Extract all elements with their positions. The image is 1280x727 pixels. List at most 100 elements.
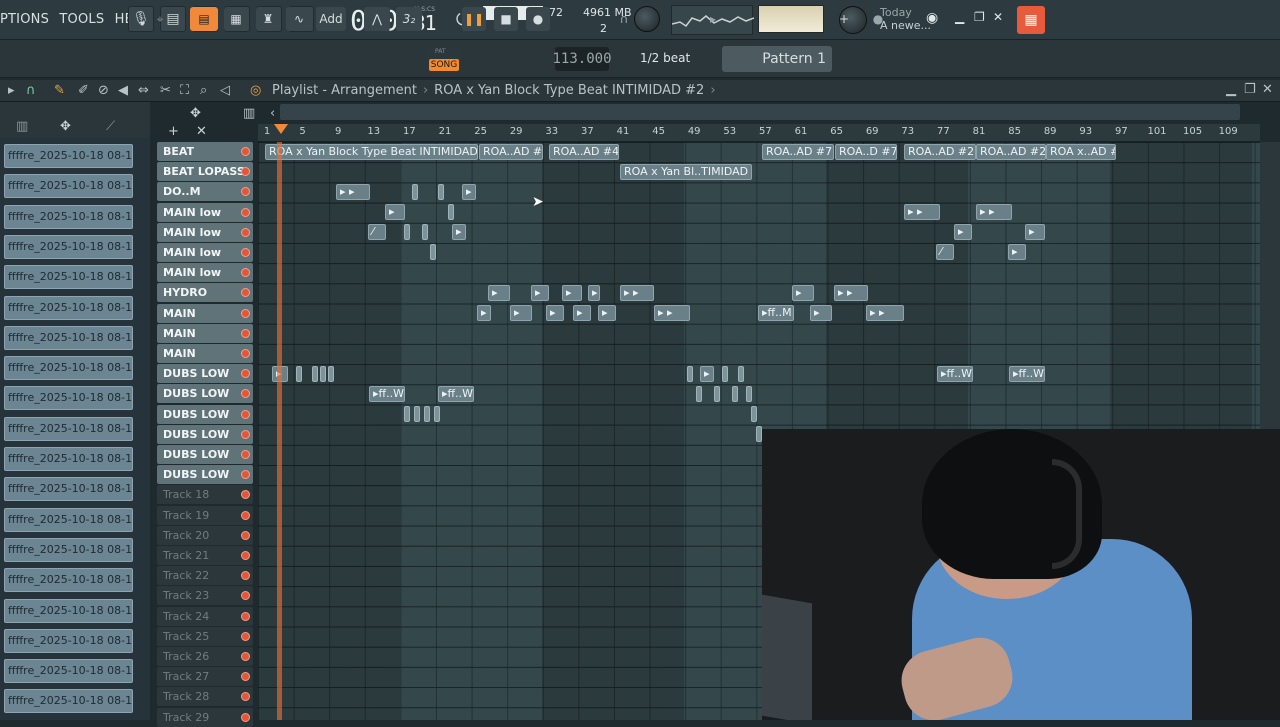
- track-header[interactable]: HYDRO: [157, 283, 253, 303]
- browser-item[interactable]: ffffre_2025-10-18 08-17-...: [4, 507, 133, 532]
- browser-item[interactable]: ffffre_2025-10-18 08-13-...: [4, 265, 133, 290]
- track-mute-icon[interactable]: [241, 308, 250, 318]
- track-snap-icon[interactable]: ✥: [190, 106, 201, 121]
- brush-icon[interactable]: ✐: [78, 83, 89, 98]
- snap-magnet-icon[interactable]: ∩: [614, 7, 634, 31]
- track-mute-icon[interactable]: [241, 591, 250, 601]
- track-mute-icon[interactable]: [241, 349, 250, 358]
- track-header[interactable]: Track 20: [157, 525, 253, 545]
- playhead[interactable]: [277, 142, 282, 720]
- pattern-add-icon[interactable]: +: [836, 7, 852, 31]
- clip-main-low[interactable]: ▸ ▸: [976, 204, 1012, 220]
- browser-item[interactable]: ffffre_2025-10-18 08-18-...: [4, 598, 133, 623]
- track-mute-icon[interactable]: [241, 207, 250, 217]
- clip-beat-5[interactable]: ROA..D #7: [835, 144, 897, 160]
- track-header[interactable]: DUBS LOW: [157, 424, 253, 444]
- wave-tool-icon[interactable]: ∿: [286, 7, 312, 31]
- track-mute-icon[interactable]: [241, 389, 250, 399]
- fl-logo-icon[interactable]: ▦: [1017, 6, 1045, 34]
- browser-item[interactable]: ffffre_2025-10-18 08-17-...: [4, 477, 133, 502]
- track-mute-icon[interactable]: [241, 268, 250, 278]
- track-header[interactable]: BEAT LOPASS: [157, 162, 253, 182]
- track-mute-icon[interactable]: [241, 288, 250, 298]
- metronome-icon[interactable]: ⋀: [364, 7, 390, 31]
- clip-beat-2[interactable]: ROA..AD #2: [479, 144, 543, 160]
- browser-item[interactable]: ffffre_2025-10-18 08-13-...: [4, 325, 133, 350]
- arrangement-icon[interactable]: ◎: [250, 83, 261, 98]
- clip-hydro[interactable]: ▸: [792, 285, 814, 301]
- track-mute-icon[interactable]: [241, 328, 250, 338]
- clip-dubs[interactable]: ▸: [700, 366, 714, 382]
- menu-tools[interactable]: TOOLS: [59, 12, 104, 27]
- track-header[interactable]: Track 27: [157, 667, 253, 687]
- browser-item[interactable]: ffffre_2025-10-18 08-18-...: [4, 659, 133, 684]
- playlist-close-icon[interactable]: ✕: [1262, 82, 1273, 97]
- track-header[interactable]: MAIN low: [157, 202, 253, 222]
- track-mute-icon[interactable]: [241, 248, 250, 257]
- clip-main[interactable]: ▸: [477, 305, 491, 321]
- clip-hydro[interactable]: ▸: [562, 285, 582, 301]
- track-mute-icon[interactable]: [241, 631, 250, 641]
- browser-item[interactable]: ffffre_2025-10-18 08-18-...: [4, 628, 133, 653]
- track-header[interactable]: Track 23: [157, 586, 253, 606]
- track-mute-icon[interactable]: [241, 369, 250, 379]
- clip-main[interactable]: ▸ ▸: [654, 305, 690, 321]
- clip-ff-w[interactable]: ▸ff..W: [438, 386, 474, 402]
- track-mute-icon[interactable]: [241, 227, 250, 237]
- track-header[interactable]: Track 29: [157, 707, 253, 727]
- clip-ff-w[interactable]: ▸ff..W: [369, 386, 405, 402]
- snap-select[interactable]: 1/2 beat: [640, 51, 690, 65]
- timeline-ruler[interactable]: 1 5 9 13 17 21 25 29 33 37 41 45 49 53 57 61 65 69 73 77 81 8…: [258, 124, 1260, 142]
- clip-ff-m[interactable]: ▸ff..M: [758, 305, 794, 321]
- browser-item[interactable]: ffffre_2025-10-18 08-13-...: [4, 144, 133, 168]
- track-mute-icon[interactable]: [241, 167, 250, 177]
- clip-ff-w[interactable]: ▸ff..W: [1009, 366, 1045, 382]
- mute-tool-icon[interactable]: ◀: [118, 83, 128, 98]
- clip-pip[interactable]: [404, 224, 410, 240]
- browser-tab-icon[interactable]: ▥: [16, 119, 28, 134]
- clip-pip[interactable]: [438, 184, 444, 200]
- clip-pip[interactable]: [312, 366, 318, 382]
- clip-pip[interactable]: [328, 366, 334, 382]
- track-header[interactable]: Track 24: [157, 606, 253, 626]
- pattern-select[interactable]: Pattern 1: [722, 46, 832, 72]
- clip-dom[interactable]: ▸ ▸: [336, 184, 370, 200]
- clip-main-low[interactable]: ▸: [954, 224, 972, 240]
- track-view-icon[interactable]: ▥: [243, 106, 255, 121]
- track-mute-icon[interactable]: [241, 470, 250, 480]
- clip-pip[interactable]: [430, 244, 436, 260]
- clip-main-low[interactable]: ▸ ▸: [904, 204, 940, 220]
- track-header[interactable]: MAIN low: [157, 243, 253, 262]
- scroll-left-icon[interactable]: ‹: [270, 106, 275, 121]
- track-mute-icon[interactable]: [241, 712, 250, 722]
- add-track-icon[interactable]: +: [168, 124, 179, 139]
- track-mute-icon[interactable]: [241, 611, 250, 621]
- playhead-marker-icon[interactable]: [274, 124, 288, 134]
- track-header[interactable]: Track 19: [157, 505, 253, 525]
- playlist-view-icon[interactable]: ▤: [190, 7, 218, 31]
- browser-item[interactable]: ffffre_2025-10-18 08-13-...: [4, 356, 133, 381]
- track-mute-icon[interactable]: [241, 147, 250, 156]
- playlist-minimize-icon[interactable]: ▁: [1226, 82, 1236, 97]
- select-icon[interactable]: ⛶: [180, 83, 189, 98]
- clip-pip[interactable]: [414, 406, 420, 422]
- browser-item[interactable]: ffffre_2025-10-18 08-13-...: [4, 295, 133, 320]
- clip-ff-w[interactable]: ▸ff..W: [937, 366, 973, 382]
- track-header[interactable]: DUBS LOW: [157, 404, 253, 424]
- browser-item[interactable]: ffffre_2025-10-18 08-18-...: [4, 689, 133, 714]
- track-mute-icon[interactable]: [241, 530, 250, 540]
- clip-pip[interactable]: [422, 224, 428, 240]
- playlist-maximize-icon[interactable]: ❐: [1244, 82, 1256, 97]
- mouse-icon[interactable]: ⌖: [148, 7, 172, 31]
- track-header[interactable]: Track 21: [157, 546, 253, 565]
- track-header[interactable]: Track 18: [157, 485, 253, 505]
- clip-main-low[interactable]: ▸: [1008, 244, 1026, 260]
- playlist-arrow-icon[interactable]: ▸: [8, 83, 15, 98]
- remove-track-icon[interactable]: ✕: [196, 124, 207, 139]
- track-header[interactable]: DO..M: [157, 182, 253, 202]
- track-mute-icon[interactable]: [241, 551, 250, 560]
- clip-pip[interactable]: [424, 406, 430, 422]
- browser-item[interactable]: ffffre_2025-10-18 08-17-...: [4, 537, 133, 562]
- track-mute-icon[interactable]: [241, 490, 250, 500]
- track-header[interactable]: MAIN: [157, 303, 253, 323]
